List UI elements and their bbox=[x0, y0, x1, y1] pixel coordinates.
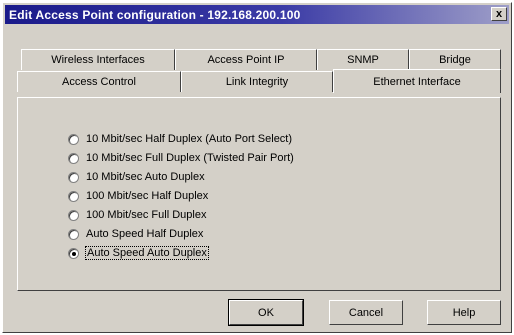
option-label: Auto Speed Half Duplex bbox=[86, 228, 204, 240]
radio-button[interactable] bbox=[68, 247, 79, 259]
option-100-full-duplex[interactable]: 100 Mbit/sec Full Duplex bbox=[68, 207, 206, 223]
tab-bridge[interactable]: Bridge bbox=[409, 49, 501, 70]
option-label: 100 Mbit/sec Full Duplex bbox=[86, 209, 207, 221]
option-10-half-duplex[interactable]: 10 Mbit/sec Half Duplex (Auto Port Selec… bbox=[68, 131, 292, 147]
help-button[interactable]: Help bbox=[427, 300, 501, 325]
option-label: Auto Speed Auto Duplex bbox=[85, 246, 209, 260]
window-title: Edit Access Point configuration - 192.16… bbox=[9, 7, 301, 22]
option-100-half-duplex[interactable]: 100 Mbit/sec Half Duplex bbox=[68, 188, 208, 204]
option-10-auto-duplex[interactable]: 10 Mbit/sec Auto Duplex bbox=[68, 169, 205, 185]
tab-label: Access Point IP bbox=[207, 54, 285, 66]
radio-button[interactable] bbox=[68, 209, 79, 221]
radio-button[interactable] bbox=[68, 228, 79, 240]
tab-access-point-ip[interactable]: Access Point IP bbox=[175, 49, 317, 70]
tab-label: Access Control bbox=[62, 76, 136, 88]
ok-button[interactable]: OK bbox=[228, 299, 304, 326]
option-label: 10 Mbit/sec Full Duplex (Twisted Pair Po… bbox=[86, 152, 294, 164]
option-auto-speed-auto-duplex[interactable]: Auto Speed Auto Duplex bbox=[68, 245, 209, 261]
radio-button[interactable] bbox=[68, 190, 79, 202]
title-bar: Edit Access Point configuration - 192.16… bbox=[5, 5, 509, 24]
radio-button[interactable] bbox=[68, 152, 79, 164]
tab-ethernet-interface[interactable]: Ethernet Interface bbox=[333, 69, 501, 93]
option-10-full-duplex[interactable]: 10 Mbit/sec Full Duplex (Twisted Pair Po… bbox=[68, 150, 294, 166]
option-label: 10 Mbit/sec Half Duplex (Auto Port Selec… bbox=[86, 133, 293, 145]
tab-link-integrity[interactable]: Link Integrity bbox=[181, 71, 333, 92]
tab-snmp[interactable]: SNMP bbox=[317, 49, 409, 70]
close-icon: x bbox=[495, 8, 503, 20]
tab-label: Link Integrity bbox=[225, 76, 289, 88]
tab-label: SNMP bbox=[347, 54, 379, 66]
tab-access-control[interactable]: Access Control bbox=[17, 71, 181, 92]
option-auto-speed-half-duplex[interactable]: Auto Speed Half Duplex bbox=[68, 226, 203, 242]
tab-label: Ethernet Interface bbox=[373, 75, 461, 88]
edit-access-point-dialog: Edit Access Point configuration - 192.16… bbox=[2, 2, 512, 333]
tab-wireless-interfaces[interactable]: Wireless Interfaces bbox=[21, 49, 175, 70]
option-label: 10 Mbit/sec Auto Duplex bbox=[86, 171, 205, 183]
tab-label: Wireless Interfaces bbox=[51, 54, 145, 66]
ethernet-interface-panel: 10 Mbit/sec Half Duplex (Auto Port Selec… bbox=[17, 97, 501, 291]
radio-button[interactable] bbox=[68, 133, 79, 145]
radio-button[interactable] bbox=[68, 171, 79, 183]
close-button[interactable]: x bbox=[491, 7, 507, 21]
cancel-button[interactable]: Cancel bbox=[329, 300, 403, 325]
tab-label: Bridge bbox=[439, 54, 471, 66]
option-label: 100 Mbit/sec Half Duplex bbox=[86, 190, 209, 202]
